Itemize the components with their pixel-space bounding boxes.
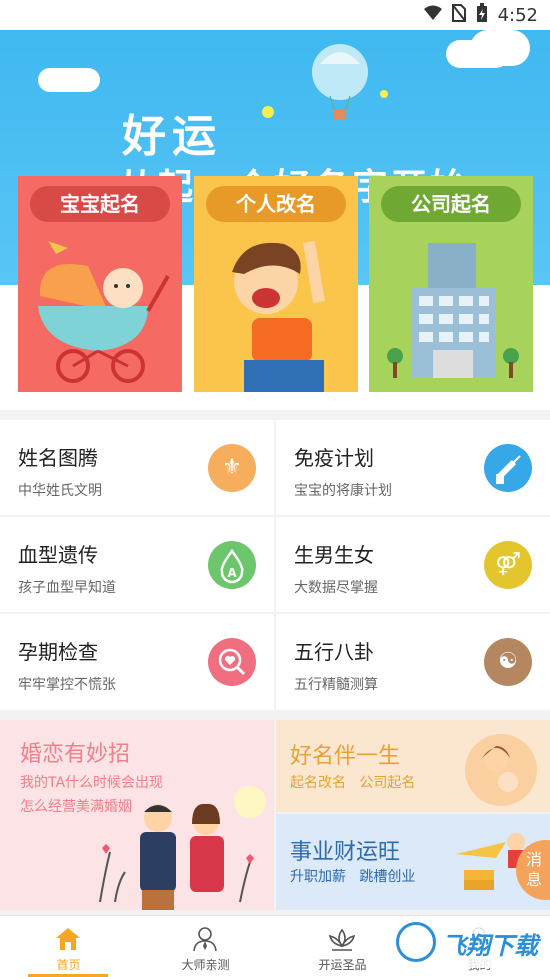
tab-label: 开运圣品 xyxy=(318,958,367,972)
promo-title: 婚恋有妙招 xyxy=(20,742,131,767)
no-sim-icon xyxy=(450,2,467,27)
mother-baby-illustration-icon xyxy=(456,730,546,812)
status-time: 4:52 xyxy=(497,4,538,26)
wifi-icon xyxy=(423,5,442,26)
tab-home[interactable]: 首页 xyxy=(0,916,137,977)
grid-item-title: 生男生女 xyxy=(294,543,374,567)
happy-boy-icon xyxy=(214,232,344,392)
battery-icon xyxy=(476,2,488,28)
tab-lucky-items[interactable]: 开运圣品 xyxy=(274,916,411,977)
blood-drop-icon: A xyxy=(208,541,256,589)
card-label: 个人改名 xyxy=(206,186,346,222)
grid-item-gender[interactable]: 生男生女 大数据尽掌握 ⚤ xyxy=(276,517,550,612)
grid-item-subtitle: 五行精髓测算 xyxy=(294,677,378,693)
bagua-icon: ☯ xyxy=(484,638,532,686)
cloud-decoration xyxy=(470,30,530,66)
lotus-icon xyxy=(328,926,356,952)
master-icon xyxy=(191,926,219,952)
fleur-de-lis-icon: ⚜ xyxy=(208,444,256,492)
grid-item-subtitle: 孩子血型早知道 xyxy=(18,580,116,596)
grid-item-title: 五行八卦 xyxy=(294,640,374,664)
tab-label: 大师亲测 xyxy=(181,958,230,972)
cloud-decoration xyxy=(38,68,100,92)
grid-item-vaccination[interactable]: 免疫计划 宝宝的将康计划 xyxy=(276,420,550,515)
promo-subtitle: 升职加薪 跳槽创业 xyxy=(290,869,416,885)
card-label: 宝宝起名 xyxy=(30,186,170,222)
search-heart-icon xyxy=(208,638,256,686)
grid-divider xyxy=(0,515,550,517)
service-grid: 姓名图腾 中华姓氏文明 ⚜ 免疫计划 宝宝的将康计划 血型遗传 孩子血型早知道 … xyxy=(0,420,550,710)
grid-item-title: 免疫计划 xyxy=(294,446,374,470)
grid-divider xyxy=(0,612,550,614)
promo-career[interactable]: 事业财运旺 升职加薪 跳槽创业 xyxy=(276,814,550,910)
status-bar: 4:52 xyxy=(0,0,550,30)
grid-item-subtitle: 中华姓氏文明 xyxy=(18,483,102,499)
grid-item-subtitle: 大数据尽掌握 xyxy=(294,580,378,596)
watermark-text: 飞翔下载 xyxy=(442,932,538,960)
promo-title: 事业财运旺 xyxy=(290,840,401,865)
couple-illustration-icon xyxy=(80,782,270,910)
grid-item-name-totem[interactable]: 姓名图腾 中华姓氏文明 ⚜ xyxy=(0,420,274,515)
sun-dot xyxy=(262,106,274,118)
promo-subtitle: 起名改名 公司起名 xyxy=(290,775,416,791)
syringe-icon xyxy=(484,444,532,492)
card-personal-rename[interactable]: 个人改名 xyxy=(194,176,358,392)
grid-item-subtitle: 宝宝的将康计划 xyxy=(294,483,392,499)
grid-item-bagua[interactable]: 五行八卦 五行精髓测算 ☯ xyxy=(276,614,550,709)
baby-stroller-icon xyxy=(28,236,178,390)
promo-title: 好名伴一生 xyxy=(290,744,401,769)
home-icon xyxy=(54,926,82,952)
office-building-icon xyxy=(383,238,523,392)
svg-text:A: A xyxy=(227,566,237,580)
grid-divider xyxy=(274,420,276,710)
watermark-logo-icon xyxy=(396,922,436,962)
watermark: 飞翔下载 xyxy=(392,918,550,968)
grid-item-title: 血型遗传 xyxy=(18,543,98,567)
grid-item-subtitle: 牢牢掌控不慌张 xyxy=(18,677,116,693)
hot-air-balloon-icon xyxy=(308,44,372,128)
card-label: 公司起名 xyxy=(381,186,521,222)
card-baby-naming[interactable]: 宝宝起名 xyxy=(18,176,182,392)
card-company-naming[interactable]: 公司起名 xyxy=(369,176,533,392)
promo-good-name[interactable]: 好名伴一生 起名改名 公司起名 xyxy=(276,720,550,812)
promo-marriage[interactable]: 婚恋有妙招 我的TA什么时候会出现 怎么经营美满婚姻 xyxy=(0,720,274,910)
tab-label: 首页 xyxy=(56,958,81,972)
hero-title: 好运 xyxy=(122,111,222,162)
grid-item-title: 孕期检查 xyxy=(18,640,98,664)
sun-dot xyxy=(380,90,388,98)
grid-item-title: 姓名图腾 xyxy=(18,446,98,470)
message-button-label: 消息 xyxy=(526,850,543,889)
app-root: { "statusbar": { "time": "4:52" }, "hero… xyxy=(0,0,550,977)
grid-item-blood-type[interactable]: 血型遗传 孩子血型早知道 A xyxy=(0,517,274,612)
tab-master[interactable]: 大师亲测 xyxy=(137,916,274,977)
gender-icon: ⚤ xyxy=(484,541,532,589)
grid-item-pregnancy-check[interactable]: 孕期检查 牢牢掌控不慌张 xyxy=(0,614,274,709)
